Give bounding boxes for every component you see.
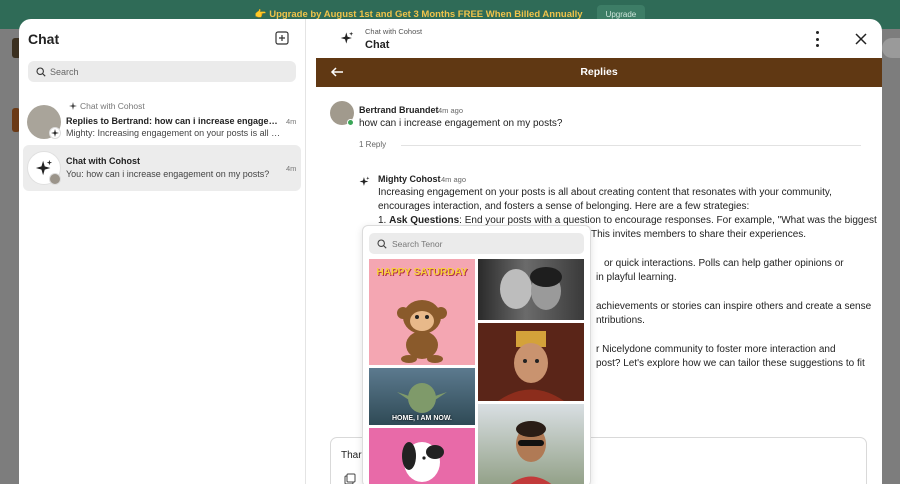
bot-time: 4m ago: [441, 175, 467, 184]
search-input[interactable]: [50, 66, 270, 77]
bot-intro: Increasing engagement on your posts is a…: [378, 187, 832, 213]
monkey-image: [397, 300, 447, 363]
bot-text-line: post? Let's explore how we can tailor th…: [596, 358, 865, 369]
conversation-preview: Mighty: Increasing engagement on your po…: [66, 128, 281, 138]
conversation-time: 4m: [286, 117, 297, 126]
sparkle-icon: [69, 102, 77, 110]
replies-title: Replies: [580, 66, 618, 78]
background-panel-edge: [882, 38, 900, 58]
panel-title: Chat: [28, 31, 60, 47]
replies-header: Replies: [316, 58, 882, 87]
conversation-title: Chat with Cohost: [66, 156, 140, 166]
conversation-time: 4m: [286, 164, 297, 173]
conversation-search[interactable]: [28, 61, 296, 82]
king-image: [498, 331, 564, 401]
message-text: how can i increase engagement on my post…: [359, 118, 563, 129]
gif-sunglasses-man[interactable]: [478, 404, 584, 484]
conversation-context: Chat with Cohost: [69, 101, 145, 111]
message-author[interactable]: Bertrand Bruandet: [359, 105, 439, 115]
bot-text-line: ntributions.: [596, 315, 645, 326]
online-status-icon: [347, 119, 354, 126]
header-title: Chat: [365, 39, 390, 51]
bot-text-line: achievements or stories can inspire othe…: [596, 301, 872, 312]
sparkle-badge-icon: [49, 127, 61, 139]
gif-king[interactable]: [478, 323, 584, 401]
gif-search-input[interactable]: [392, 238, 572, 249]
gif-happy-saturday[interactable]: HAPPY SATURDAY: [369, 259, 475, 365]
man-image: [510, 421, 552, 484]
bot-text-line: r Nicelydone community to foster more in…: [596, 344, 836, 355]
gif-yoda[interactable]: HOME, I AM NOW.: [369, 368, 475, 425]
gif-caption: HOME, I AM NOW.: [391, 415, 453, 422]
gif-black-white[interactable]: [478, 259, 584, 320]
message-time: 4m ago: [438, 106, 464, 115]
gif-picker: HAPPY SATURDAY: [362, 225, 591, 484]
context-label: Chat with Cohost: [80, 101, 145, 111]
attachment-icon[interactable]: [344, 473, 356, 484]
bot-author[interactable]: Mighty Cohost: [378, 174, 441, 184]
bot-text-line: This invites members to share their expe…: [591, 229, 807, 240]
composer-text[interactable]: Thar: [341, 450, 362, 461]
new-chat-icon[interactable]: [275, 31, 289, 45]
divider: [401, 145, 861, 146]
gif-snoopy[interactable]: [369, 428, 475, 484]
more-options-icon[interactable]: [811, 31, 823, 47]
user-mini-avatar: [49, 173, 61, 185]
header-subtitle: Chat with Cohost: [365, 27, 423, 36]
conversation-panel: Chat Chat with Cohost Replies to Bertran…: [19, 19, 306, 484]
gif-search[interactable]: [369, 233, 584, 254]
bot-text-line: in playful learning.: [596, 272, 677, 283]
reply-count: 1 Reply: [359, 140, 387, 149]
close-icon[interactable]: [854, 32, 868, 46]
conversation-preview: You: how can i increase engagement on my…: [66, 169, 270, 179]
search-icon: [377, 238, 387, 249]
sparkle-icon: [340, 31, 354, 44]
conversation-item[interactable]: Chat with Cohost Replies to Bertrand: ho…: [23, 99, 301, 145]
conversation-item[interactable]: Chat with Cohost You: how can i increase…: [23, 145, 301, 191]
search-icon: [36, 66, 46, 77]
bot-text-line: or quick interactions. Polls can help ga…: [604, 258, 844, 269]
conversation-title: Replies to Bertrand: how can i increase …: [66, 116, 281, 126]
people-image: [500, 267, 562, 310]
sparkle-icon: [359, 176, 370, 186]
snoopy-image: [402, 442, 444, 482]
